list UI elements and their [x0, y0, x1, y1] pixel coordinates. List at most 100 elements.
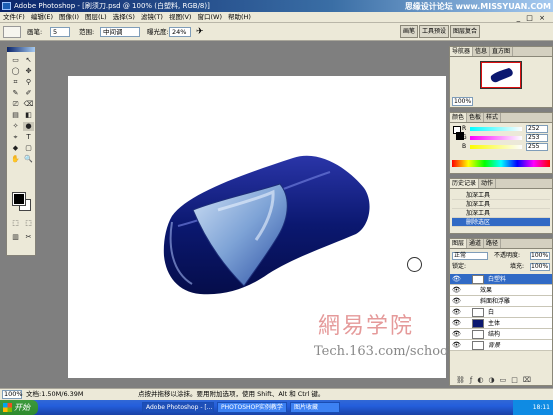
foreground-color-swatch[interactable] [12, 192, 26, 206]
doc-size-info[interactable]: 文档:1.50M/6.39M [26, 389, 84, 400]
palette-tab-layer-comps[interactable]: 图层复合 [450, 25, 481, 38]
brush-size-picker[interactable]: 5 [50, 27, 70, 37]
quick-mask-mode-icon[interactable]: ⬚ [23, 219, 34, 228]
channel-r-value[interactable]: 252 [526, 125, 548, 133]
status-zoom-field[interactable]: 100% [2, 390, 23, 399]
channel-g-value[interactable]: 253 [526, 134, 548, 142]
menu-image[interactable]: 图像(I) [56, 12, 82, 22]
clock[interactable]: 18:11 [533, 404, 550, 411]
tab-swatches[interactable]: 色板 [467, 113, 485, 122]
document-window-controls[interactable]: _ □ × [514, 13, 550, 22]
channel-r-slider[interactable] [470, 127, 522, 131]
tab-styles[interactable]: 样式 [484, 113, 502, 122]
folder-icon[interactable]: ▭ [500, 376, 512, 384]
history-item-selected[interactable]: 删除选区 [452, 218, 550, 227]
channel-b-value[interactable]: 255 [526, 143, 548, 151]
layer-row[interactable]: 👁 白 [450, 307, 552, 318]
standard-mode-icon[interactable]: ⬚ [10, 219, 21, 228]
airbrush-icon[interactable]: ✈ [196, 27, 204, 37]
visibility-eye-icon[interactable]: 👁 [452, 307, 461, 318]
visibility-eye-icon[interactable]: 👁 [452, 296, 461, 307]
visibility-eye-icon[interactable]: 👁 [452, 285, 461, 296]
screen-mode-icon[interactable]: ▥ [10, 233, 21, 242]
tab-histogram[interactable]: 直方图 [490, 47, 514, 56]
blend-mode-select[interactable]: 正常 [452, 252, 488, 260]
type-tool-icon[interactable]: T [23, 133, 34, 142]
layer-effect-row[interactable]: 👁 效果 [450, 285, 552, 296]
start-button[interactable]: 开始 [0, 400, 38, 415]
history-item[interactable]: 加深工具 [452, 200, 550, 209]
path-select-tool-icon[interactable]: ⌖ [10, 133, 21, 142]
visibility-eye-icon[interactable]: 👁 [452, 274, 461, 285]
new-layer-icon[interactable]: □ [511, 376, 523, 384]
shape-tool-icon[interactable]: ▢ [23, 144, 34, 153]
taskbar-tutorial[interactable]: PHOTOSHOP实例教学 [217, 402, 287, 413]
menu-layer[interactable]: 图层(L) [82, 12, 110, 22]
taskbar-photoshop[interactable]: Adobe Photoshop - [... [142, 402, 214, 413]
history-brush-tool-icon[interactable]: ⌫ [23, 100, 34, 109]
hand-tool-icon[interactable]: ✋ [10, 155, 21, 164]
crop-tool-icon[interactable]: ⌗ [10, 78, 21, 87]
palette-tab-tool-presets[interactable]: 工具预设 [419, 25, 450, 38]
menu-view[interactable]: 视图(V) [166, 12, 195, 22]
visibility-eye-icon[interactable]: 👁 [452, 340, 461, 351]
layer-row[interactable]: 👁 白塑料 [450, 274, 552, 285]
navigator-thumbnail[interactable] [480, 61, 522, 89]
visibility-eye-icon[interactable]: 👁 [452, 329, 461, 340]
tab-info[interactable]: 信息 [473, 47, 491, 56]
history-item[interactable]: 加深工具 [452, 191, 550, 200]
fill-input[interactable]: 100% [530, 263, 550, 271]
mask-icon[interactable]: ◐ [477, 376, 488, 384]
slice-tool-icon[interactable]: ⚲ [23, 78, 34, 87]
zoom-tool-icon[interactable]: 🔍 [23, 155, 34, 164]
menu-select[interactable]: 选择(S) [110, 12, 138, 22]
menu-window[interactable]: 窗口(W) [194, 12, 225, 22]
tab-actions[interactable]: 动作 [479, 179, 497, 188]
brush-tool-icon[interactable]: ✐ [23, 89, 34, 98]
opacity-input[interactable]: 100% [530, 252, 550, 260]
pen-tool-icon[interactable]: ◆ [10, 144, 21, 153]
layer-row[interactable]: 👁 背景 [450, 340, 552, 351]
toolbox-grip[interactable] [7, 47, 35, 52]
marquee-tool-icon[interactable]: ▭ [10, 56, 21, 65]
layer-effect-row[interactable]: 👁 斜面和浮雕 [450, 296, 552, 307]
blur-tool-icon[interactable]: ✧ [10, 122, 21, 131]
gradient-tool-icon[interactable]: ◧ [23, 111, 34, 120]
tab-channels[interactable]: 通道 [467, 239, 485, 248]
range-select[interactable]: 中间调 [100, 27, 140, 37]
navigator-zoom-field[interactable]: 100% [452, 97, 474, 106]
layer-row[interactable]: 👁 主体 [450, 318, 552, 329]
menu-filter[interactable]: 滤镜(T) [138, 12, 166, 22]
tab-navigator[interactable]: 导航器 [450, 47, 474, 56]
eraser-tool-icon[interactable]: ▤ [10, 111, 21, 120]
healing-brush-tool-icon[interactable]: ✎ [10, 89, 21, 98]
link-icon[interactable]: ⛓ [456, 376, 470, 384]
lasso-tool-icon[interactable]: ◯ [10, 67, 21, 76]
tool-preset-picker[interactable] [3, 26, 21, 38]
history-item[interactable]: 加深工具 [452, 209, 550, 218]
navigator-view-box[interactable] [481, 62, 521, 88]
menu-file[interactable]: 文件(F) [0, 12, 28, 22]
color-spectrum-bar[interactable] [452, 160, 550, 167]
channel-g-slider[interactable] [470, 136, 522, 140]
menu-edit[interactable]: 编辑(E) [28, 12, 56, 22]
adjust-icon[interactable]: ◑ [488, 376, 499, 384]
document-canvas[interactable]: 網易学院 Tech.163.com/school [68, 76, 452, 378]
burn-tool-icon[interactable]: ● [23, 122, 34, 131]
tab-layers[interactable]: 图层 [450, 239, 468, 248]
clone-stamp-tool-icon[interactable]: ⎚ [10, 100, 21, 109]
palette-tab-brushes[interactable]: 画笔 [400, 25, 419, 38]
layer-row[interactable]: 👁 结构 [450, 329, 552, 340]
move-tool-icon[interactable]: ↖ [23, 56, 34, 65]
menu-help[interactable]: 帮助(H) [225, 12, 254, 22]
tab-history[interactable]: 历史记录 [450, 179, 480, 188]
tab-color[interactable]: 颜色 [450, 113, 468, 122]
visibility-eye-icon[interactable]: 👁 [452, 318, 461, 329]
magic-wand-tool-icon[interactable]: ✥ [23, 67, 34, 76]
exposure-input[interactable]: 24% [169, 27, 191, 37]
jump-to-imageready-icon[interactable]: ✂ [23, 233, 34, 242]
channel-b-slider[interactable] [470, 145, 522, 149]
trash-icon[interactable]: ⌧ [523, 376, 536, 384]
taskbar-pictures[interactable]: 图片收藏 [290, 402, 340, 413]
tab-paths[interactable]: 路径 [484, 239, 502, 248]
